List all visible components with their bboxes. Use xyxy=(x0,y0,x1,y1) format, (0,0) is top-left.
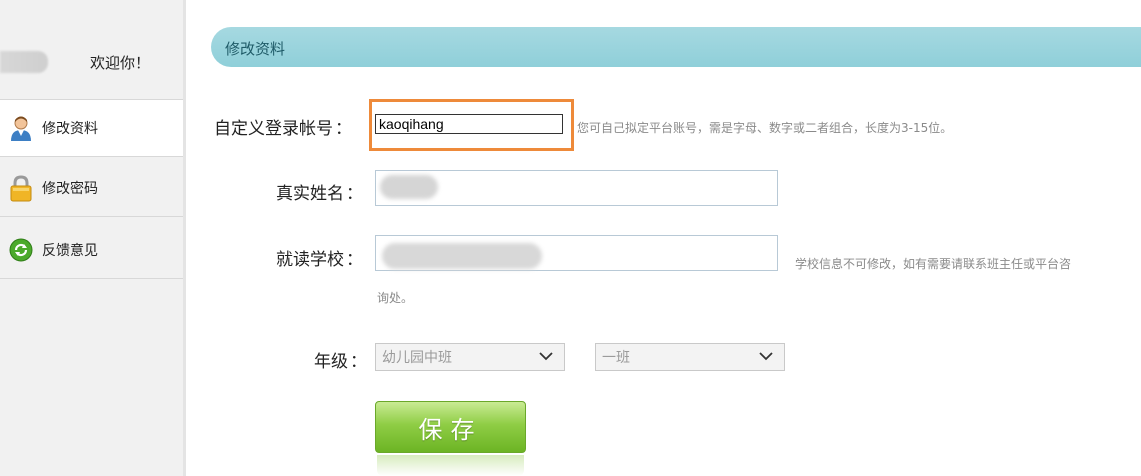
colon: ： xyxy=(335,119,352,139)
redacted-name xyxy=(380,175,438,199)
section-header: 修改资料 xyxy=(211,27,1141,67)
sidebar-item-label: 反馈意见 xyxy=(42,242,98,259)
school-label-row: 就读学校： xyxy=(276,245,363,270)
realname-label: 真实姓名 xyxy=(276,184,344,204)
grade-label: 年级 xyxy=(314,352,348,372)
sidebar: 欢迎你！ 修改资料 修改密码 反馈意见 xyxy=(0,0,186,476)
school-label: 就读学校 xyxy=(276,250,344,270)
redacted-school xyxy=(382,243,542,269)
grade-select-value: 幼儿园中班 xyxy=(382,350,452,366)
user-icon xyxy=(8,114,34,142)
account-input[interactable] xyxy=(375,114,563,134)
colon: ： xyxy=(346,184,363,204)
class-select-value: 一班 xyxy=(602,350,630,366)
lock-icon xyxy=(8,174,34,202)
colon: ： xyxy=(346,250,363,270)
colon: ： xyxy=(350,352,367,372)
refresh-icon xyxy=(8,236,34,264)
welcome-area: 欢迎你！ xyxy=(0,0,183,100)
sidebar-item-edit-profile[interactable]: 修改资料 xyxy=(0,99,183,157)
school-hint-cont: 询处。 xyxy=(377,291,414,305)
account-label-row: 自定义登录帐号： xyxy=(214,114,352,139)
sidebar-item-change-password[interactable]: 修改密码 xyxy=(0,159,183,217)
sidebar-item-label: 修改资料 xyxy=(42,121,98,137)
save-button[interactable]: 保存 xyxy=(375,401,526,453)
account-hint: 您可自己拟定平台账号，需是字母、数字或二者组合，长度为3-15位。 xyxy=(577,121,953,135)
chevron-down-icon xyxy=(539,352,553,361)
realname-label-row: 真实姓名： xyxy=(276,179,363,204)
chevron-down-icon xyxy=(759,352,773,361)
grade-select[interactable]: 幼儿园中班 xyxy=(375,343,565,371)
account-label: 自定义登录帐号 xyxy=(214,119,333,139)
school-hint: 学校信息不可修改，如有需要请联系班主任或平台咨 xyxy=(795,257,1072,271)
welcome-text: 欢迎你！ xyxy=(90,54,151,72)
sidebar-item-label: 修改密码 xyxy=(42,180,98,197)
grade-label-row: 年级： xyxy=(314,347,367,372)
sidebar-item-feedback[interactable]: 反馈意见 xyxy=(0,221,183,279)
save-button-reflection xyxy=(377,455,524,476)
section-title: 修改资料 xyxy=(225,40,286,58)
save-button-label: 保存 xyxy=(418,415,483,444)
class-select[interactable]: 一班 xyxy=(595,343,785,371)
avatar xyxy=(0,51,48,73)
